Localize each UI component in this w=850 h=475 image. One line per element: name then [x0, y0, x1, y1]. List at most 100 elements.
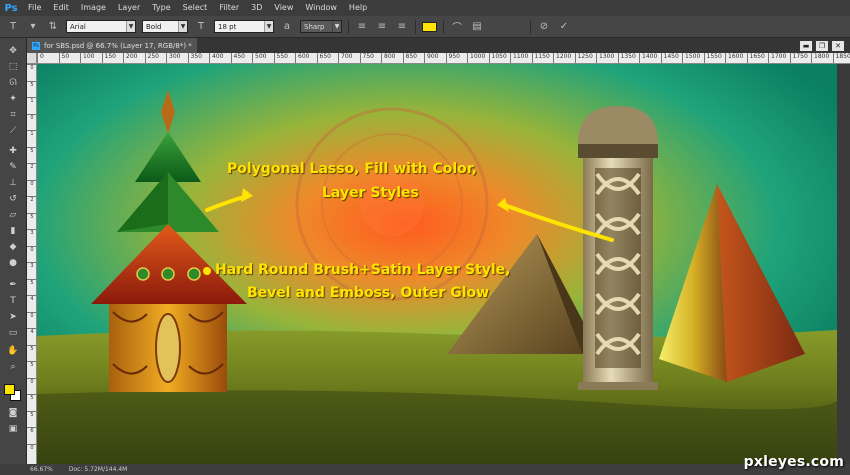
ruler-left-tick: 0 — [27, 311, 36, 319]
minimize-icon[interactable]: ▬ — [800, 40, 812, 51]
ruler-left-tick: 5 — [27, 410, 36, 418]
pen-tool-icon[interactable]: ✒ — [4, 278, 22, 291]
ruler-corner — [27, 53, 37, 64]
ruler-top-tick: 800 — [381, 53, 395, 63]
ruler-left-tick: 5 — [27, 394, 36, 401]
align-center-icon[interactable]: ≡ — [375, 21, 389, 32]
ruler-top-tick: 1250 — [574, 53, 593, 63]
document-tab-title: for SBS.psd @ 66.7% (Layer 17, RGB/8*) * — [44, 41, 192, 50]
blur-tool-icon[interactable]: ◆ — [4, 240, 22, 253]
divider — [348, 19, 349, 34]
screen-mode-icon[interactable]: ▣ — [4, 422, 22, 435]
menu-type[interactable]: Type — [146, 0, 176, 16]
foreground-color-swatch[interactable] — [4, 384, 15, 395]
toolbox: ✥ ⬚ ᘏ ✦ ⌗ ⟋ ✚ ✎ ⊥ ↺ ▱ ▮ ◆ ● ✒ T ➤ ▭ ✋ ⌕ … — [0, 38, 27, 464]
antialias-select[interactable]: Sharp ▼ — [300, 20, 342, 33]
healing-brush-tool-icon[interactable]: ✚ — [4, 144, 22, 157]
brush-tool-icon[interactable]: ✎ — [4, 160, 22, 173]
ruler-top-tick: 700 — [338, 53, 352, 63]
chevron-down-icon: ▼ — [264, 21, 273, 32]
annotation-bevel-emboss: Bevel and Emboss, Outer Glow — [247, 285, 490, 301]
menu-select[interactable]: Select — [177, 0, 214, 16]
warp-text-icon[interactable]: ⌒ — [450, 19, 464, 34]
ruler-top-tick: 600 — [295, 53, 309, 63]
ruler-top-tick: 650 — [316, 53, 331, 63]
annotation-hard-round-brush: Hard Round Brush+Satin Layer Style, — [215, 262, 511, 278]
zoom-tool-icon[interactable]: ⌕ — [4, 360, 22, 373]
hand-tool-icon[interactable]: ✋ — [4, 344, 22, 357]
menu-3d[interactable]: 3D — [245, 0, 268, 16]
psd-file-icon: Ps — [32, 41, 40, 50]
close-icon[interactable]: ✕ — [832, 40, 844, 51]
gradient-tool-icon[interactable]: ▮ — [4, 224, 22, 237]
ruler-top-tick: 250 — [144, 53, 159, 63]
restore-icon[interactable]: ❐ — [816, 40, 828, 51]
type-tool-icon[interactable]: T — [6, 21, 20, 32]
font-style-select[interactable]: Bold ▼ — [142, 20, 188, 33]
document-canvas[interactable]: Polygonal Lasso, Fill with Color, Layer … — [37, 64, 837, 464]
chevron-down-icon: ▼ — [178, 21, 187, 32]
eyedropper-tool-icon[interactable]: ⟋ — [4, 124, 22, 137]
history-brush-tool-icon[interactable]: ↺ — [4, 192, 22, 205]
menu-file[interactable]: File — [22, 0, 47, 16]
window-controls: ▬ ❐ ✕ — [800, 40, 850, 51]
path-selection-tool-icon[interactable]: ➤ — [4, 310, 22, 323]
ruler-top-tick: 750 — [359, 53, 374, 63]
ruler-top-tick: 0 — [37, 53, 44, 63]
ruler-left-tick: 5 — [27, 361, 36, 368]
crop-tool-icon[interactable]: ⌗ — [4, 108, 22, 121]
ruler-top-tick: 1500 — [682, 53, 700, 63]
eraser-tool-icon[interactable]: ▱ — [4, 208, 22, 221]
antialias-icon: a — [283, 21, 291, 32]
ruler-top-tick: 1550 — [703, 53, 722, 63]
ruler-top-tick: 1200 — [553, 53, 571, 63]
ruler-left-tick: 2 — [27, 163, 36, 170]
vertical-ruler[interactable]: 051015202530354045505560 — [27, 64, 37, 464]
menu-view[interactable]: View — [268, 0, 299, 16]
ruler-top-tick: 1400 — [639, 53, 657, 63]
character-panel-icon[interactable]: ▤ — [470, 21, 484, 32]
magic-wand-tool-icon[interactable]: ✦ — [4, 92, 22, 105]
type-tool-icon[interactable]: T — [4, 294, 22, 307]
menu-image[interactable]: Image — [75, 0, 112, 16]
ruler-left-tick: 0 — [27, 245, 36, 253]
font-family-select[interactable]: Arial ▼ — [66, 20, 136, 33]
ruler-top-tick: 350 — [187, 53, 202, 63]
menu-filter[interactable]: Filter — [213, 0, 245, 16]
ruler-top-tick: 1100 — [510, 53, 528, 63]
commit-check-icon[interactable]: ✓ — [557, 21, 571, 32]
text-orientation-icon[interactable]: ⇅ — [46, 21, 60, 32]
marquee-tool-icon[interactable]: ⬚ — [4, 60, 22, 73]
ruler-top-tick: 1150 — [531, 53, 550, 63]
menu-edit[interactable]: Edit — [47, 0, 75, 16]
ruler-left-tick: 4 — [27, 328, 36, 335]
doc-info[interactable]: Doc: 5.72M/144.4M — [69, 466, 127, 473]
document-tab[interactable]: Ps for SBS.psd @ 66.7% (Layer 17, RGB/8*… — [27, 38, 197, 53]
menu-help[interactable]: Help — [343, 0, 373, 16]
menu-layer[interactable]: Layer — [112, 0, 146, 16]
menu-bar: Ps File Edit Image Layer Type Select Fil… — [0, 0, 850, 16]
quick-mask-icon[interactable]: ◙ — [4, 406, 22, 419]
menu-window[interactable]: Window — [299, 0, 343, 16]
cancel-icon[interactable]: ⊘ — [537, 21, 551, 32]
zoom-level[interactable]: 66.67% — [30, 466, 53, 473]
horizontal-ruler[interactable]: 0 50 100 150 200 250 300 350 400 450 500 550 600 650 7… — [37, 53, 850, 64]
move-tool-icon[interactable]: ✥ — [4, 44, 22, 57]
align-right-icon[interactable]: ≡ — [395, 21, 409, 32]
shape-tool-icon[interactable]: ▭ — [4, 326, 22, 339]
ruler-left-tick: 5 — [27, 80, 36, 88]
text-color-swatch[interactable] — [422, 21, 437, 32]
align-left-icon[interactable]: ≡ — [355, 21, 369, 32]
font-size-icon: T — [197, 21, 205, 32]
ruler-left-tick: 5 — [27, 344, 36, 352]
tool-preset-dropdown-icon[interactable]: ▾ — [26, 21, 40, 32]
dodge-tool-icon[interactable]: ● — [4, 256, 22, 269]
ruler-top-tick: 1850 — [832, 53, 850, 63]
vertical-scrollbar[interactable] — [837, 64, 850, 464]
clone-stamp-tool-icon[interactable]: ⊥ — [4, 176, 22, 189]
ruler-top-tick: 1600 — [725, 53, 743, 63]
lasso-tool-icon[interactable]: ᘏ — [4, 76, 22, 89]
font-size-select[interactable]: 18 pt ▼ — [214, 20, 274, 33]
ruler-top-tick: 1300 — [596, 53, 614, 63]
font-family-value: Arial — [70, 22, 86, 31]
